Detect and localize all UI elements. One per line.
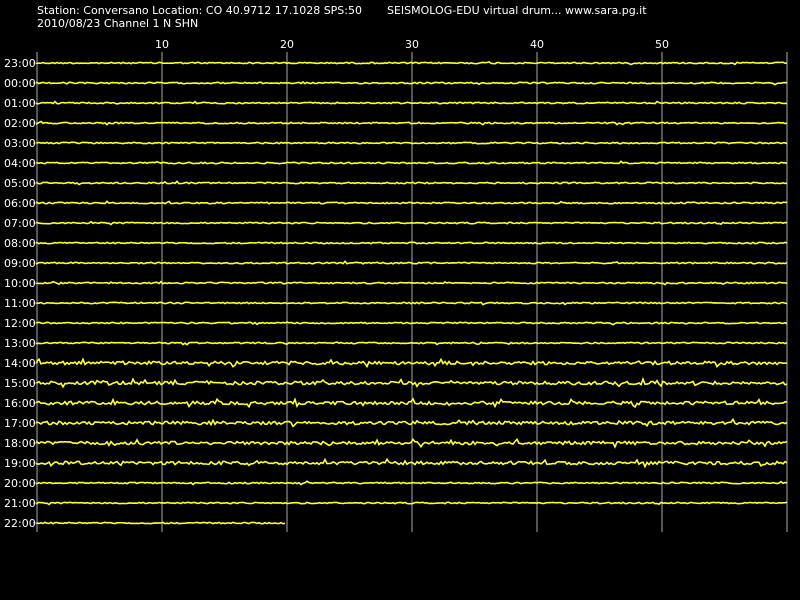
drum-grid xyxy=(33,52,788,532)
hour-label: 06:00 xyxy=(4,197,36,210)
hour-label: 14:00 xyxy=(4,357,36,370)
hour-label: 20:00 xyxy=(4,477,36,490)
hour-label: 11:00 xyxy=(4,297,36,310)
minute-label: 20 xyxy=(280,38,294,51)
hour-label: 10:00 xyxy=(4,277,36,290)
hour-label: 02:00 xyxy=(4,117,36,130)
minute-label: 50 xyxy=(655,38,669,51)
hour-label: 08:00 xyxy=(4,237,36,250)
hour-label: 01:00 xyxy=(4,97,36,110)
hour-label: 18:00 xyxy=(4,437,36,450)
hour-label: 13:00 xyxy=(4,337,36,350)
hour-label: 03:00 xyxy=(4,137,36,150)
hour-label: 17:00 xyxy=(4,417,36,430)
minute-label: 30 xyxy=(405,38,419,51)
hour-label: 09:00 xyxy=(4,257,36,270)
trace-line xyxy=(36,521,286,525)
drum-labels: 10 20 30 40 50 23:00 00:00 01:00 02:00 03:00 04:00… xyxy=(4,38,669,530)
seismogram-drum: 10 20 30 40 50 23:00 00:00 01:00 02:00 03:00 04:00… xyxy=(4,38,788,532)
hour-label: 19:00 xyxy=(4,457,36,470)
hour-label: 15:00 xyxy=(4,377,36,390)
minute-label: 10 xyxy=(155,38,169,51)
hour-label: 07:00 xyxy=(4,217,36,230)
hour-label: 21:00 xyxy=(4,497,36,510)
hour-label: 00:00 xyxy=(4,77,36,90)
hour-label: 12:00 xyxy=(4,317,36,330)
minute-label: 40 xyxy=(530,38,544,51)
hour-label: 22:00 xyxy=(4,517,36,530)
hour-label: 05:00 xyxy=(4,177,36,190)
hour-label: 16:00 xyxy=(4,397,36,410)
hour-label: 04:00 xyxy=(4,157,36,170)
hour-label: 23:00 xyxy=(4,57,36,70)
